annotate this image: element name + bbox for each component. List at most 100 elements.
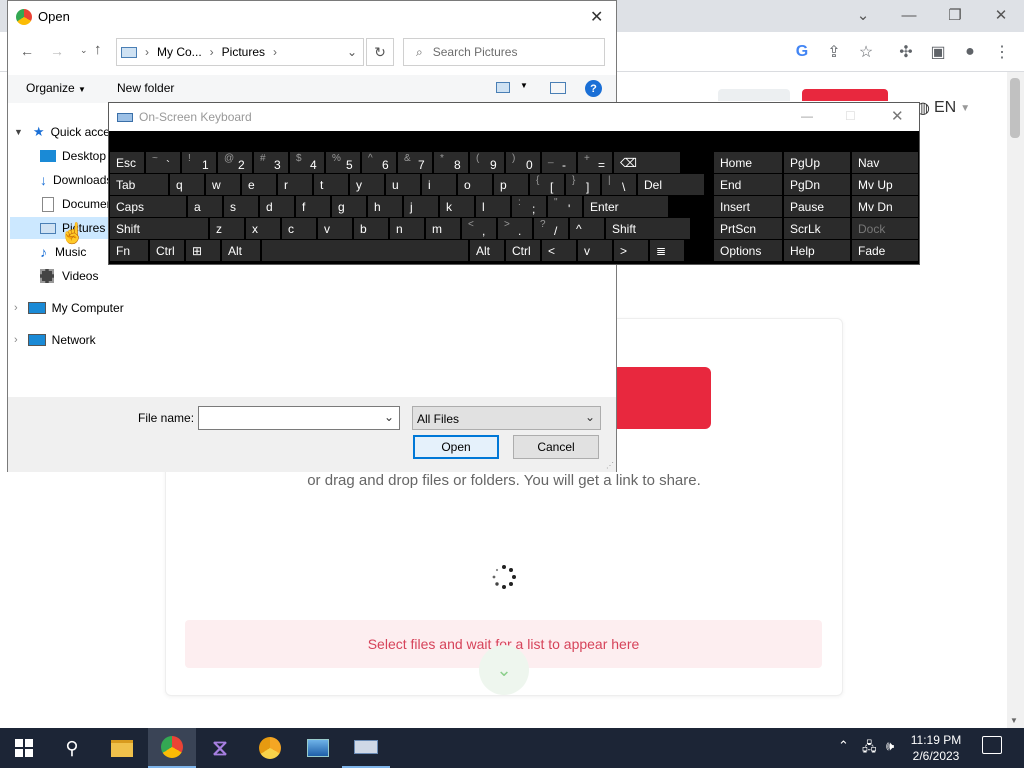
osk-maximize-icon[interactable]: ☐ bbox=[845, 109, 856, 123]
osk-nav-key[interactable]: Dock bbox=[852, 218, 918, 239]
close-browser-button[interactable]: ✕ bbox=[978, 0, 1024, 30]
osk-key[interactable]: l bbox=[476, 196, 510, 217]
taskbar-search-icon[interactable]: ⚲ bbox=[48, 728, 96, 768]
osk-key[interactable]: v bbox=[318, 218, 352, 239]
osk-key[interactable]: Shift bbox=[606, 218, 690, 239]
osk-key[interactable]: (9 bbox=[470, 152, 504, 173]
osk-close-icon[interactable]: ✕ bbox=[891, 107, 904, 125]
breadcrumb-my-computer[interactable]: My Co... bbox=[157, 45, 202, 59]
restore-button[interactable]: ❐ bbox=[932, 0, 978, 30]
osk-key[interactable]: w bbox=[206, 174, 240, 195]
osk-key[interactable]: Shift bbox=[110, 218, 208, 239]
nav-network[interactable]: › Network bbox=[14, 329, 96, 351]
osk-key[interactable]: }] bbox=[566, 174, 600, 195]
taskbar-photos[interactable] bbox=[294, 728, 342, 768]
osk-nav-key[interactable]: Help bbox=[784, 240, 850, 261]
osk-key[interactable]: z bbox=[210, 218, 244, 239]
new-folder-button[interactable]: New folder bbox=[117, 81, 174, 95]
nav-videos[interactable]: Videos bbox=[40, 265, 98, 287]
site-signup-button[interactable] bbox=[802, 89, 888, 101]
organize-button[interactable]: Organize ▼ bbox=[26, 81, 86, 95]
taskbar-file-explorer[interactable] bbox=[98, 728, 146, 768]
osk-nav-key[interactable]: Fade bbox=[852, 240, 918, 261]
osk-key[interactable]: $4 bbox=[290, 152, 324, 173]
side-panel-icon[interactable]: ▣ bbox=[926, 40, 950, 64]
osk-key[interactable]: ~ ` bbox=[146, 152, 180, 173]
osk-key[interactable]: <, bbox=[462, 218, 496, 239]
notifications-icon[interactable] bbox=[982, 736, 1002, 754]
osk-key[interactable]: Alt bbox=[222, 240, 260, 261]
osk-key[interactable]: _ - bbox=[542, 152, 576, 173]
osk-key[interactable] bbox=[262, 240, 468, 261]
osk-key[interactable]: d bbox=[260, 196, 294, 217]
osk-nav-key[interactable]: ScrLk bbox=[784, 218, 850, 239]
osk-key[interactable]: v bbox=[578, 240, 612, 261]
minimize-button[interactable]: — bbox=[886, 0, 932, 30]
osk-key[interactable]: ? / bbox=[534, 218, 568, 239]
osk-nav-key[interactable]: Mv Dn bbox=[852, 196, 918, 217]
file-type-select[interactable]: All Files ⌄ bbox=[412, 406, 601, 430]
osk-key[interactable]: y bbox=[350, 174, 384, 195]
resize-grip-icon[interactable]: ⋰ bbox=[606, 461, 614, 470]
osk-key[interactable]: k bbox=[440, 196, 474, 217]
osk-key[interactable]: > bbox=[614, 240, 648, 261]
osk-key[interactable]: s bbox=[224, 196, 258, 217]
network-status-icon[interactable]: 🖧 bbox=[862, 738, 877, 760]
osk-key[interactable]: >. bbox=[498, 218, 532, 239]
osk-key[interactable]: Esc bbox=[110, 152, 144, 173]
osk-key[interactable]: ! 1 bbox=[182, 152, 216, 173]
osk-nav-key[interactable]: Insert bbox=[714, 196, 782, 217]
menu-kebab-icon[interactable]: ⋮ bbox=[990, 40, 1014, 64]
osk-key[interactable]: | \ bbox=[602, 174, 636, 195]
osk-key[interactable]: Tab bbox=[110, 174, 168, 195]
osk-key[interactable]: u bbox=[386, 174, 420, 195]
breadcrumb-pictures[interactable]: Pictures bbox=[222, 45, 265, 59]
help-icon[interactable]: ? bbox=[585, 80, 602, 97]
taskbar-visual-studio[interactable]: ⧖ bbox=[196, 728, 244, 768]
osk-key[interactable]: c bbox=[282, 218, 316, 239]
language-selector[interactable]: ◍ EN ▼ bbox=[916, 98, 970, 118]
osk-key[interactable]: ≣ bbox=[650, 240, 684, 261]
osk-key[interactable]: t bbox=[314, 174, 348, 195]
osk-key[interactable]: r bbox=[278, 174, 312, 195]
nav-downloads[interactable]: ↓ Downloads bbox=[40, 169, 112, 191]
osk-key[interactable]: ) 0 bbox=[506, 152, 540, 173]
open-button[interactable]: Open bbox=[413, 435, 499, 459]
osk-key[interactable]: Fn bbox=[110, 240, 148, 261]
osk-key[interactable]: * 8 bbox=[434, 152, 468, 173]
taskbar-chrome[interactable] bbox=[148, 728, 196, 768]
osk-key[interactable]: & 7 bbox=[398, 152, 432, 173]
view-options-chevron-icon[interactable]: ▼ bbox=[520, 81, 528, 90]
search-input[interactable]: ⌕ Search Pictures bbox=[403, 38, 605, 66]
change-view-icon[interactable] bbox=[496, 82, 510, 93]
osk-key[interactable]: " ' bbox=[548, 196, 582, 217]
osk-key[interactable]: o bbox=[458, 174, 492, 195]
osk-minimize-icon[interactable]: — bbox=[801, 109, 813, 123]
share-icon[interactable]: ⇪ bbox=[822, 40, 846, 64]
osk-nav-key[interactable]: Pause bbox=[784, 196, 850, 217]
back-arrow-icon[interactable]: ← bbox=[20, 43, 34, 59]
show-hidden-icons-chevron-icon[interactable]: ⌃ bbox=[838, 738, 849, 754]
osk-key[interactable]: m bbox=[426, 218, 460, 239]
google-icon[interactable]: G bbox=[790, 40, 814, 64]
osk-nav-key[interactable]: Nav bbox=[852, 152, 918, 173]
taskbar-clock[interactable]: 11:19 PM 2/6/2023 bbox=[906, 732, 966, 764]
osk-nav-key[interactable]: Options bbox=[714, 240, 782, 261]
osk-nav-key[interactable]: Home bbox=[714, 152, 782, 173]
nav-my-computer[interactable]: › My Computer bbox=[14, 297, 124, 319]
taskbar-on-screen-keyboard[interactable] bbox=[342, 728, 390, 768]
osk-key[interactable]: b bbox=[354, 218, 388, 239]
osk-key[interactable]: :; bbox=[512, 196, 546, 217]
extensions-icon[interactable]: ✣ bbox=[894, 40, 918, 64]
bookmark-star-icon[interactable]: ☆ bbox=[854, 40, 878, 64]
page-scrollbar[interactable] bbox=[1007, 72, 1024, 728]
osk-key[interactable]: p bbox=[494, 174, 528, 195]
address-bar[interactable]: › My Co... › Pictures › ⌄ bbox=[116, 38, 364, 66]
nav-quick-access[interactable]: ▼ ★ Quick access bbox=[14, 121, 122, 143]
osk-key[interactable]: n bbox=[390, 218, 424, 239]
address-dropdown-icon[interactable]: ⌄ bbox=[347, 45, 357, 59]
site-login-button[interactable] bbox=[718, 89, 790, 101]
osk-key[interactable]: ⌫ bbox=[614, 152, 680, 173]
osk-key[interactable]: e bbox=[242, 174, 276, 195]
tab-search-icon[interactable]: ⌄ bbox=[840, 0, 886, 30]
